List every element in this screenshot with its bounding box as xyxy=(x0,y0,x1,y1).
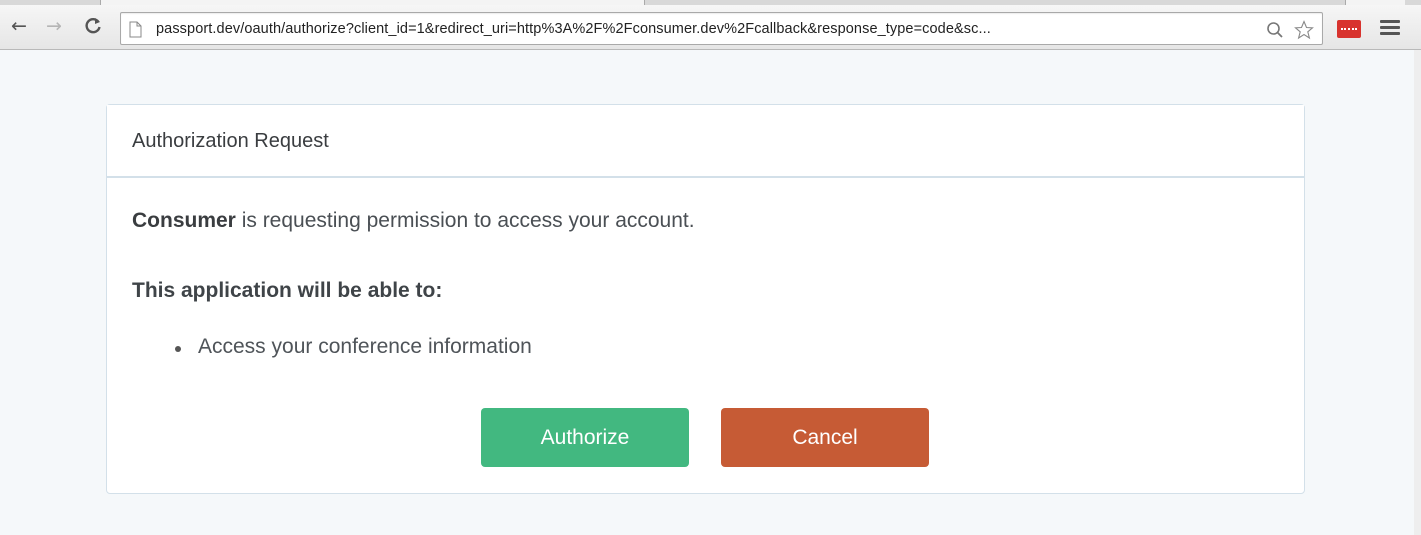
scope-label: Access your conference information xyxy=(198,335,532,358)
list-item: Access your conference information xyxy=(175,335,532,359)
menu-icon[interactable] xyxy=(1380,20,1400,38)
reload-icon[interactable] xyxy=(82,15,104,37)
scopes-heading: This application will be able to: xyxy=(132,279,443,302)
page-icon xyxy=(129,21,142,38)
bookmark-star-icon[interactable] xyxy=(1293,19,1315,41)
request-message: Consumer is requesting permission to acc… xyxy=(132,209,695,233)
card-title: Authorization Request xyxy=(107,105,1304,178)
cancel-button[interactable]: Cancel xyxy=(721,408,929,467)
extension-icon[interactable] xyxy=(1337,20,1361,38)
authorize-button[interactable]: Authorize xyxy=(481,408,689,467)
search-icon[interactable] xyxy=(1264,19,1286,41)
back-arrow-icon[interactable]: ← xyxy=(8,15,30,37)
bullet-icon xyxy=(175,346,181,352)
forward-arrow-icon[interactable]: → xyxy=(43,15,65,37)
url-text[interactable]: passport.dev/oauth/authorize?client_id=1… xyxy=(156,21,1256,37)
client-name: Consumer xyxy=(132,209,236,232)
scope-list: Access your conference information xyxy=(175,335,532,359)
request-text: is requesting permission to access your … xyxy=(235,209,695,232)
address-bar[interactable]: passport.dev/oauth/authorize?client_id=1… xyxy=(120,12,1323,45)
scrollbar[interactable] xyxy=(1414,50,1421,535)
authorization-card: Authorization Request Consumer is reques… xyxy=(106,104,1305,494)
